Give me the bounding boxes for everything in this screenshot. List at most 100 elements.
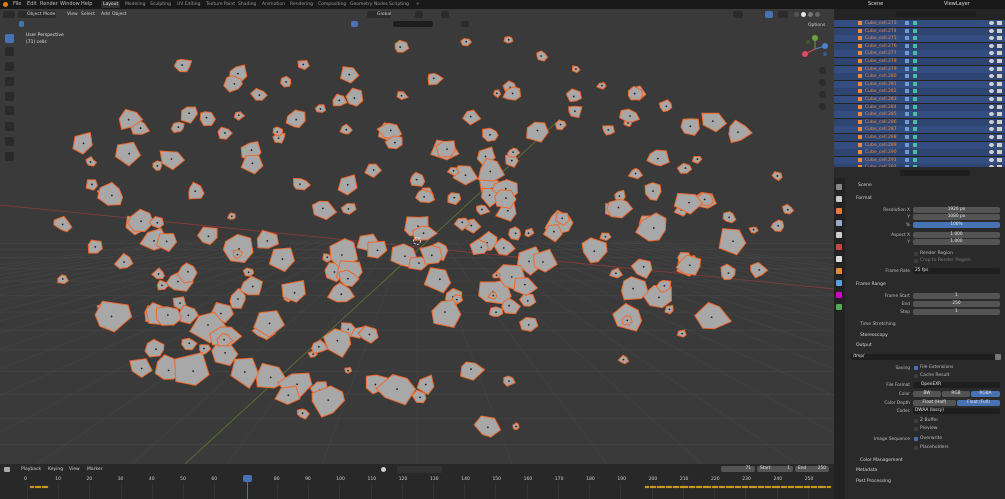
workspace-tab-geometry-nodes[interactable]: Geometry Nodes xyxy=(348,1,390,8)
cell-fragment[interactable] xyxy=(155,306,182,326)
cell-fragment[interactable] xyxy=(475,204,491,216)
eye-visibility-icon[interactable] xyxy=(989,97,994,101)
cell-fragment[interactable] xyxy=(508,226,522,241)
add-cube-icon[interactable] xyxy=(5,152,14,161)
cell-fragment[interactable] xyxy=(296,408,311,420)
select-box-icon[interactable] xyxy=(5,34,14,43)
blender-logo-icon[interactable] xyxy=(3,2,8,7)
render-region-checkbox[interactable] xyxy=(914,252,918,256)
select-mode-button[interactable] xyxy=(19,21,24,27)
eye-visibility-icon[interactable] xyxy=(989,135,994,139)
workspace-tab-texture-paint[interactable]: Texture Paint xyxy=(204,1,237,8)
timeline-menu-marker[interactable]: Marker xyxy=(87,467,103,472)
cell-fragment[interactable] xyxy=(720,263,736,281)
camera-render-icon[interactable] xyxy=(997,81,1002,86)
outliner-row[interactable]: Cube_cell.281 xyxy=(834,80,1005,88)
camera-view-icon[interactable] xyxy=(819,91,826,98)
viewport-scene[interactable] xyxy=(0,9,834,464)
menu-file[interactable]: File xyxy=(13,1,21,7)
menu-help[interactable]: Help xyxy=(81,1,92,7)
camera-render-icon[interactable] xyxy=(997,51,1002,56)
eye-visibility-icon[interactable] xyxy=(989,21,994,25)
placeholders-checkbox[interactable] xyxy=(914,446,918,450)
frame-rate-dropdown[interactable]: 25 fps xyxy=(913,268,1000,274)
editor-type-button[interactable] xyxy=(3,11,15,18)
workspace-tab-scripting[interactable]: Scripting xyxy=(387,1,411,8)
eye-visibility-icon[interactable] xyxy=(989,127,994,132)
cell-fragment[interactable] xyxy=(239,275,263,296)
viewport-search-input[interactable] xyxy=(393,21,433,27)
timeline-menu-playback[interactable]: Playback xyxy=(21,467,41,472)
cell-fragment[interactable] xyxy=(635,212,667,242)
view-layer-selector[interactable]: ViewLayer xyxy=(944,1,970,8)
cell-fragment[interactable] xyxy=(427,72,444,86)
outliner-row[interactable]: Cube_cell.282 xyxy=(834,88,1005,96)
cell-fragment[interactable] xyxy=(144,338,165,358)
camera-render-icon[interactable] xyxy=(997,119,1002,124)
cell-fragment[interactable] xyxy=(501,297,522,315)
depth-full-button[interactable]: Float (Full) xyxy=(957,400,1000,406)
output-tab-icon[interactable] xyxy=(836,208,842,214)
cell-fragment[interactable] xyxy=(658,99,673,113)
cell-fragment[interactable] xyxy=(268,247,296,273)
cell-fragment[interactable] xyxy=(240,154,264,175)
proportional-edit-icon[interactable] xyxy=(441,11,449,18)
frame-end-field[interactable]: 250 xyxy=(913,301,1000,307)
timeline-menu-keying[interactable]: Keying xyxy=(48,467,63,472)
shading-wireframe-icon[interactable] xyxy=(794,12,799,17)
viewport-menu-select[interactable]: Select xyxy=(81,12,95,17)
camera-render-icon[interactable] xyxy=(997,74,1002,79)
workspace-tab-uv-editing[interactable]: UV Editing xyxy=(175,1,202,8)
eye-visibility-icon[interactable] xyxy=(989,157,994,162)
cell-fragment[interactable] xyxy=(180,106,199,124)
filter-icon[interactable] xyxy=(461,21,469,27)
cell-fragment[interactable] xyxy=(223,75,243,93)
cell-fragment[interactable] xyxy=(188,181,205,200)
cell-fragment[interactable] xyxy=(155,233,178,253)
object-mode-dropdown[interactable]: Object Mode xyxy=(18,11,56,18)
timeline-editor-icon[interactable] xyxy=(4,467,10,472)
codec-dropdown[interactable]: DWAA (lossy) xyxy=(913,408,1000,414)
cell-fragment[interactable] xyxy=(694,301,733,330)
outliner-row[interactable]: Cube_cell.273 xyxy=(834,20,1005,27)
particles-tab-icon[interactable] xyxy=(836,292,842,298)
preview-checkbox[interactable] xyxy=(914,427,918,431)
record-button-icon[interactable] xyxy=(381,467,386,472)
ortho-grid-icon[interactable] xyxy=(819,103,826,110)
workspace-tab-modeling[interactable]: Modeling xyxy=(123,1,147,8)
cell-fragment[interactable] xyxy=(174,351,210,386)
eye-visibility-icon[interactable] xyxy=(989,36,994,41)
frame-range-panel-header[interactable]: Frame Range xyxy=(856,282,886,287)
cell-fragment[interactable] xyxy=(311,200,338,221)
eye-visibility-icon[interactable] xyxy=(989,81,994,86)
scene-tab-icon[interactable] xyxy=(836,232,842,238)
resolution-percent-field[interactable]: 100% xyxy=(913,222,1000,228)
cell-fragment[interactable] xyxy=(285,109,306,129)
cursor-icon[interactable] xyxy=(5,47,14,56)
eye-visibility-icon[interactable] xyxy=(989,142,994,147)
playback-controls[interactable] xyxy=(397,466,442,473)
cell-fragment[interactable] xyxy=(230,357,259,390)
camera-render-icon[interactable] xyxy=(997,104,1002,109)
cell-fragment[interactable] xyxy=(159,150,186,171)
cell-fragment[interactable] xyxy=(364,163,382,179)
outliner-row[interactable]: Cube_cell.289 xyxy=(834,141,1005,149)
cell-fragment[interactable] xyxy=(409,171,426,187)
outliner-row[interactable]: Cube_cell.280 xyxy=(834,73,1005,81)
outliner-row[interactable]: Cube_cell.285 xyxy=(834,111,1005,119)
outliner-row[interactable]: Cube_cell.286 xyxy=(834,118,1005,126)
file-format-dropdown[interactable]: OpenEXR xyxy=(913,382,1000,388)
gizmo-x-axis-icon[interactable] xyxy=(802,51,808,57)
format-panel-header[interactable]: Format xyxy=(856,196,872,201)
workspace-tab-rendering[interactable]: Rendering xyxy=(288,1,315,8)
camera-render-icon[interactable] xyxy=(997,43,1002,48)
workspace-tab-animation[interactable]: Animation xyxy=(260,1,287,8)
outliner-row[interactable]: Cube_cell.275 xyxy=(834,35,1005,43)
color-rgb-button[interactable]: RGB xyxy=(942,391,970,397)
shading-material-icon[interactable] xyxy=(808,12,813,17)
gizmo-z-axis-icon[interactable] xyxy=(822,43,828,49)
aspect-y-field[interactable]: 1.000 xyxy=(913,239,1000,245)
cell-fragment[interactable] xyxy=(728,119,753,144)
view-layer-tab-icon[interactable] xyxy=(836,220,842,226)
cell-fragment[interactable] xyxy=(97,181,124,206)
